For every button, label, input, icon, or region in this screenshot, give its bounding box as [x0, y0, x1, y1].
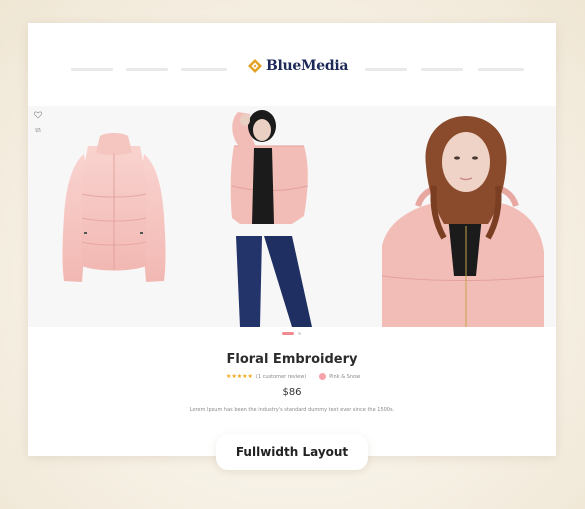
model-in-pink-jacket-closeup-image [381, 116, 545, 327]
color-label: Pink & Snow [329, 373, 361, 380]
gallery-image-model-full[interactable] [200, 106, 378, 327]
color-swatch[interactable] [319, 373, 327, 380]
gallery-image-model-closeup[interactable] [378, 106, 556, 327]
nav-item-placeholder[interactable] [365, 68, 407, 71]
site-header: BlueMedia [28, 23, 556, 106]
nav-item-placeholder[interactable] [71, 68, 113, 71]
product-title: Floral Embroidery [226, 352, 358, 367]
pink-puffer-jacket-flat-image [62, 133, 166, 282]
site-logo[interactable]: BlueMedia [248, 56, 348, 76]
compare-icon[interactable] [34, 126, 42, 134]
gallery-image-jacket[interactable] [28, 106, 200, 327]
nav-item-placeholder[interactable] [126, 68, 168, 71]
model-in-pink-jacket-full-image [230, 110, 312, 327]
product-description: Lorem Ipsum has been the industry's stan… [189, 407, 395, 413]
gallery-pagination [282, 332, 301, 335]
review-count-link[interactable]: (1 customer review) [256, 374, 306, 380]
nav-item-placeholder[interactable] [478, 68, 524, 71]
product-meta: ★★★★★ (1 customer review) Pink & Snow [226, 373, 360, 380]
logo-text: BlueMedia [266, 58, 349, 74]
layout-badge-label: Fullwidth Layout [235, 445, 349, 459]
gallery-side-actions [34, 111, 42, 134]
rating-stars: ★★★★★ [226, 373, 253, 380]
product-page-card: BlueMedia Floral Embroidery ★★★★★ (1 cus… [28, 23, 556, 456]
pagination-dot[interactable] [298, 332, 301, 335]
product-gallery [28, 106, 556, 327]
heart-icon[interactable] [34, 111, 42, 119]
pagination-dot-active[interactable] [282, 332, 294, 335]
nav-item-placeholder[interactable] [181, 68, 227, 71]
nav-item-placeholder[interactable] [421, 68, 463, 71]
layout-badge: Fullwidth Layout [216, 434, 368, 470]
product-price: $86 [282, 387, 302, 398]
diamond-logo-icon [248, 59, 262, 73]
